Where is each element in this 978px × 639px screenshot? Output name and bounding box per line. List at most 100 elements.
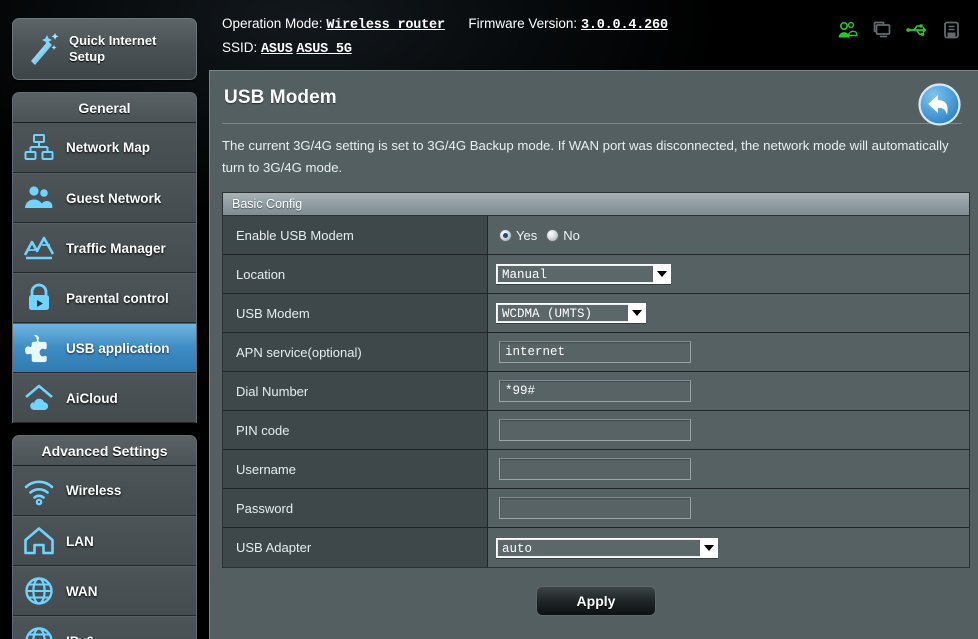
sidebar-item-label: USB application [66,340,170,356]
field-label-password: Password [223,489,488,527]
sidebar-item-ipv6[interactable]: IPv6 [13,616,196,639]
ssid-label: SSID: [222,40,258,55]
back-arrow-icon [918,83,961,126]
sidebar-item-network-map[interactable]: Network Map [13,123,196,173]
location-select-value: Manual [497,265,653,283]
section-header-basic-config: Basic Config [223,193,969,216]
sidebar-item-wireless[interactable]: Wireless [13,466,196,516]
usb-modem-select-value: WCDMA (UMTS) [497,304,628,322]
sidebar-item-wan[interactable]: WAN [13,566,196,616]
sidebar-item-traffic-manager[interactable]: Traffic Manager [13,223,196,273]
field-value-pin-code [488,411,969,449]
traffic-manager-icon [23,236,55,260]
wireless-icon [24,480,54,505]
aicloud-icon [25,384,53,410]
field-value-usb-modem: WCDMA (UMTS) [488,294,969,332]
chevron-down-icon[interactable] [653,265,670,283]
usb-icon[interactable] [905,18,929,42]
field-value-dial-number [488,372,969,410]
sidebar-group-title-general: General [13,93,196,123]
chevron-down-icon[interactable] [700,538,717,557]
table-row: USB Adapter auto [223,528,969,567]
field-label-username: Username [223,450,488,488]
radio-yes-label: Yes [516,227,538,243]
field-label-enable-usb-modem: Enable USB Modem [223,216,488,254]
sidebar-item-label: Network Map [66,140,151,155]
sidebar-group-general: General Network Map Guest Network Traffi… [12,92,197,423]
sidebar-item-label: Traffic Manager [66,240,166,256]
operation-mode-label: Operation Mode: [222,16,323,31]
usb-adapter-select-value: auto [497,538,700,557]
ssid-value-5g[interactable]: ASUS_5G [296,42,352,57]
radio-no-label: No [563,227,580,243]
field-label-usb-adapter: USB Adapter [223,528,488,567]
password-input[interactable] [499,497,691,519]
table-row: Location Manual [223,255,969,294]
sidebar-item-label: LAN [66,533,94,549]
firmware-version-value[interactable]: 3.0.0.4.260 [581,18,668,33]
page-title: USB Modem [224,87,337,108]
guest-network-icon [25,186,53,208]
pin-code-input[interactable] [499,419,691,441]
operation-mode-value[interactable]: Wireless router [326,18,445,33]
ssid-value-24g[interactable]: ASUS [261,42,293,57]
table-row: Username [223,450,969,489]
table-row: Password [223,489,969,528]
table-row: Dial Number [223,372,969,411]
radio-yes-indicator[interactable] [499,228,512,242]
main-content-panel: USB Modem The current 3G/4G setting is s… [209,70,978,639]
apn-service-input[interactable] [499,341,691,363]
field-label-apn-service: APN service(optional) [223,333,488,371]
usb-adapter-select[interactable]: auto [496,537,718,558]
magic-wand-icon [31,33,59,65]
field-label-pin-code: PIN code [223,411,488,449]
sidebar-item-lan[interactable]: LAN [13,516,196,566]
firmware-version-label: Firmware Version: [468,16,578,31]
quick-internet-setup-label: Quick Internet Setup [69,33,157,64]
clients-icon[interactable] [835,18,859,42]
title-divider [222,123,962,124]
enable-usb-modem-radio-group: Yes No [496,228,580,243]
printer-icon[interactable] [940,18,964,42]
status-icon-tray [835,18,964,42]
field-value-apn-service [488,333,969,371]
parental-control-icon [29,283,49,310]
field-label-location: Location [223,255,488,293]
field-label-dial-number: Dial Number [223,372,488,410]
chevron-down-icon[interactable] [628,304,645,322]
sidebar-item-label: AiCloud [66,390,118,406]
location-select[interactable]: Manual [496,264,671,284]
page-description: The current 3G/4G setting is set to 3G/4… [222,138,949,175]
table-row: APN service(optional) [223,333,969,372]
network-map-icon [24,133,54,160]
table-row: USB Modem WCDMA (UMTS) [223,294,969,333]
screen-share-icon[interactable] [870,18,894,42]
field-value-username [488,450,969,488]
field-value-location: Manual [488,255,969,293]
header-info: Operation Mode: Wireless router Firmware… [222,14,668,60]
sidebar-item-parental-control[interactable]: Parental control [13,273,196,323]
quick-internet-setup-button[interactable]: Quick Internet Setup [12,18,197,80]
lan-icon [24,527,54,555]
username-input[interactable] [499,458,691,480]
sidebar-item-guest-network[interactable]: Guest Network [13,173,196,223]
sidebar-item-usb-application[interactable]: USB application [13,323,196,373]
table-row: Enable USB Modem Yes No [223,216,969,255]
table-row: PIN code [223,411,969,450]
sidebar-item-label: Parental control [66,290,169,306]
field-value-usb-adapter: auto [488,528,969,567]
sidebar-item-aicloud[interactable]: AiCloud [13,373,196,423]
back-button[interactable] [918,83,961,126]
apply-button[interactable]: Apply [536,586,656,616]
sidebar-navigation: Quick Internet Setup General Network Map [12,18,197,639]
basic-config-table: Basic Config Enable USB Modem Yes No Loc… [222,192,970,568]
router-admin-page: Operation Mode: Wireless router Firmware… [0,0,978,639]
usb-modem-select[interactable]: WCDMA (UMTS) [496,303,646,323]
apply-button-row: Apply [222,586,970,616]
radio-enable-usb-modem-no[interactable]: No [546,228,580,243]
dial-number-input[interactable] [499,380,691,402]
sidebar-item-label: Wireless [66,483,122,498]
radio-no-indicator[interactable] [546,228,560,242]
radio-enable-usb-modem-yes[interactable]: Yes [499,228,537,243]
sidebar-item-label: IPv6 [66,634,94,639]
